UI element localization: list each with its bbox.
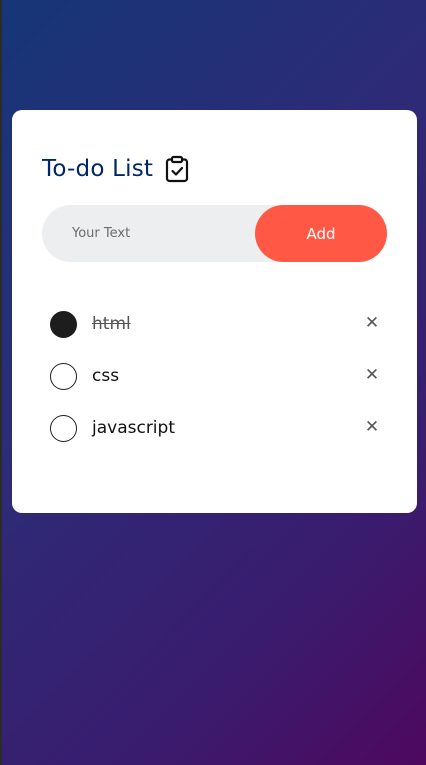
window-edge xyxy=(0,0,2,765)
unchecked-circle-icon[interactable] xyxy=(50,362,77,390)
checked-circle-icon[interactable] xyxy=(50,310,77,338)
todo-item-javascript[interactable]: javascript ✕ xyxy=(50,402,380,454)
close-icon[interactable]: ✕ xyxy=(364,314,380,331)
todo-item-label: css xyxy=(92,366,120,386)
todo-list: html ✕ css ✕ javascript ✕ xyxy=(50,298,380,454)
todo-item-label: javascript xyxy=(92,418,175,438)
todo-item-css[interactable]: css ✕ xyxy=(50,350,380,402)
todo-item-html[interactable]: html ✕ xyxy=(50,298,380,350)
page-title: To-do List xyxy=(42,156,154,182)
todo-item-label: html xyxy=(92,314,131,334)
add-button[interactable]: Add xyxy=(255,205,387,262)
close-icon[interactable]: ✕ xyxy=(364,418,380,435)
input-row: Add xyxy=(42,205,387,262)
unchecked-circle-icon[interactable] xyxy=(50,414,77,442)
todo-card: To-do List Add html ✕ css ✕ javascript ✕ xyxy=(12,110,417,513)
clipboard-check-icon xyxy=(164,155,190,183)
title-row: To-do List xyxy=(42,152,190,186)
close-icon[interactable]: ✕ xyxy=(364,366,380,383)
todo-input[interactable] xyxy=(42,205,255,262)
